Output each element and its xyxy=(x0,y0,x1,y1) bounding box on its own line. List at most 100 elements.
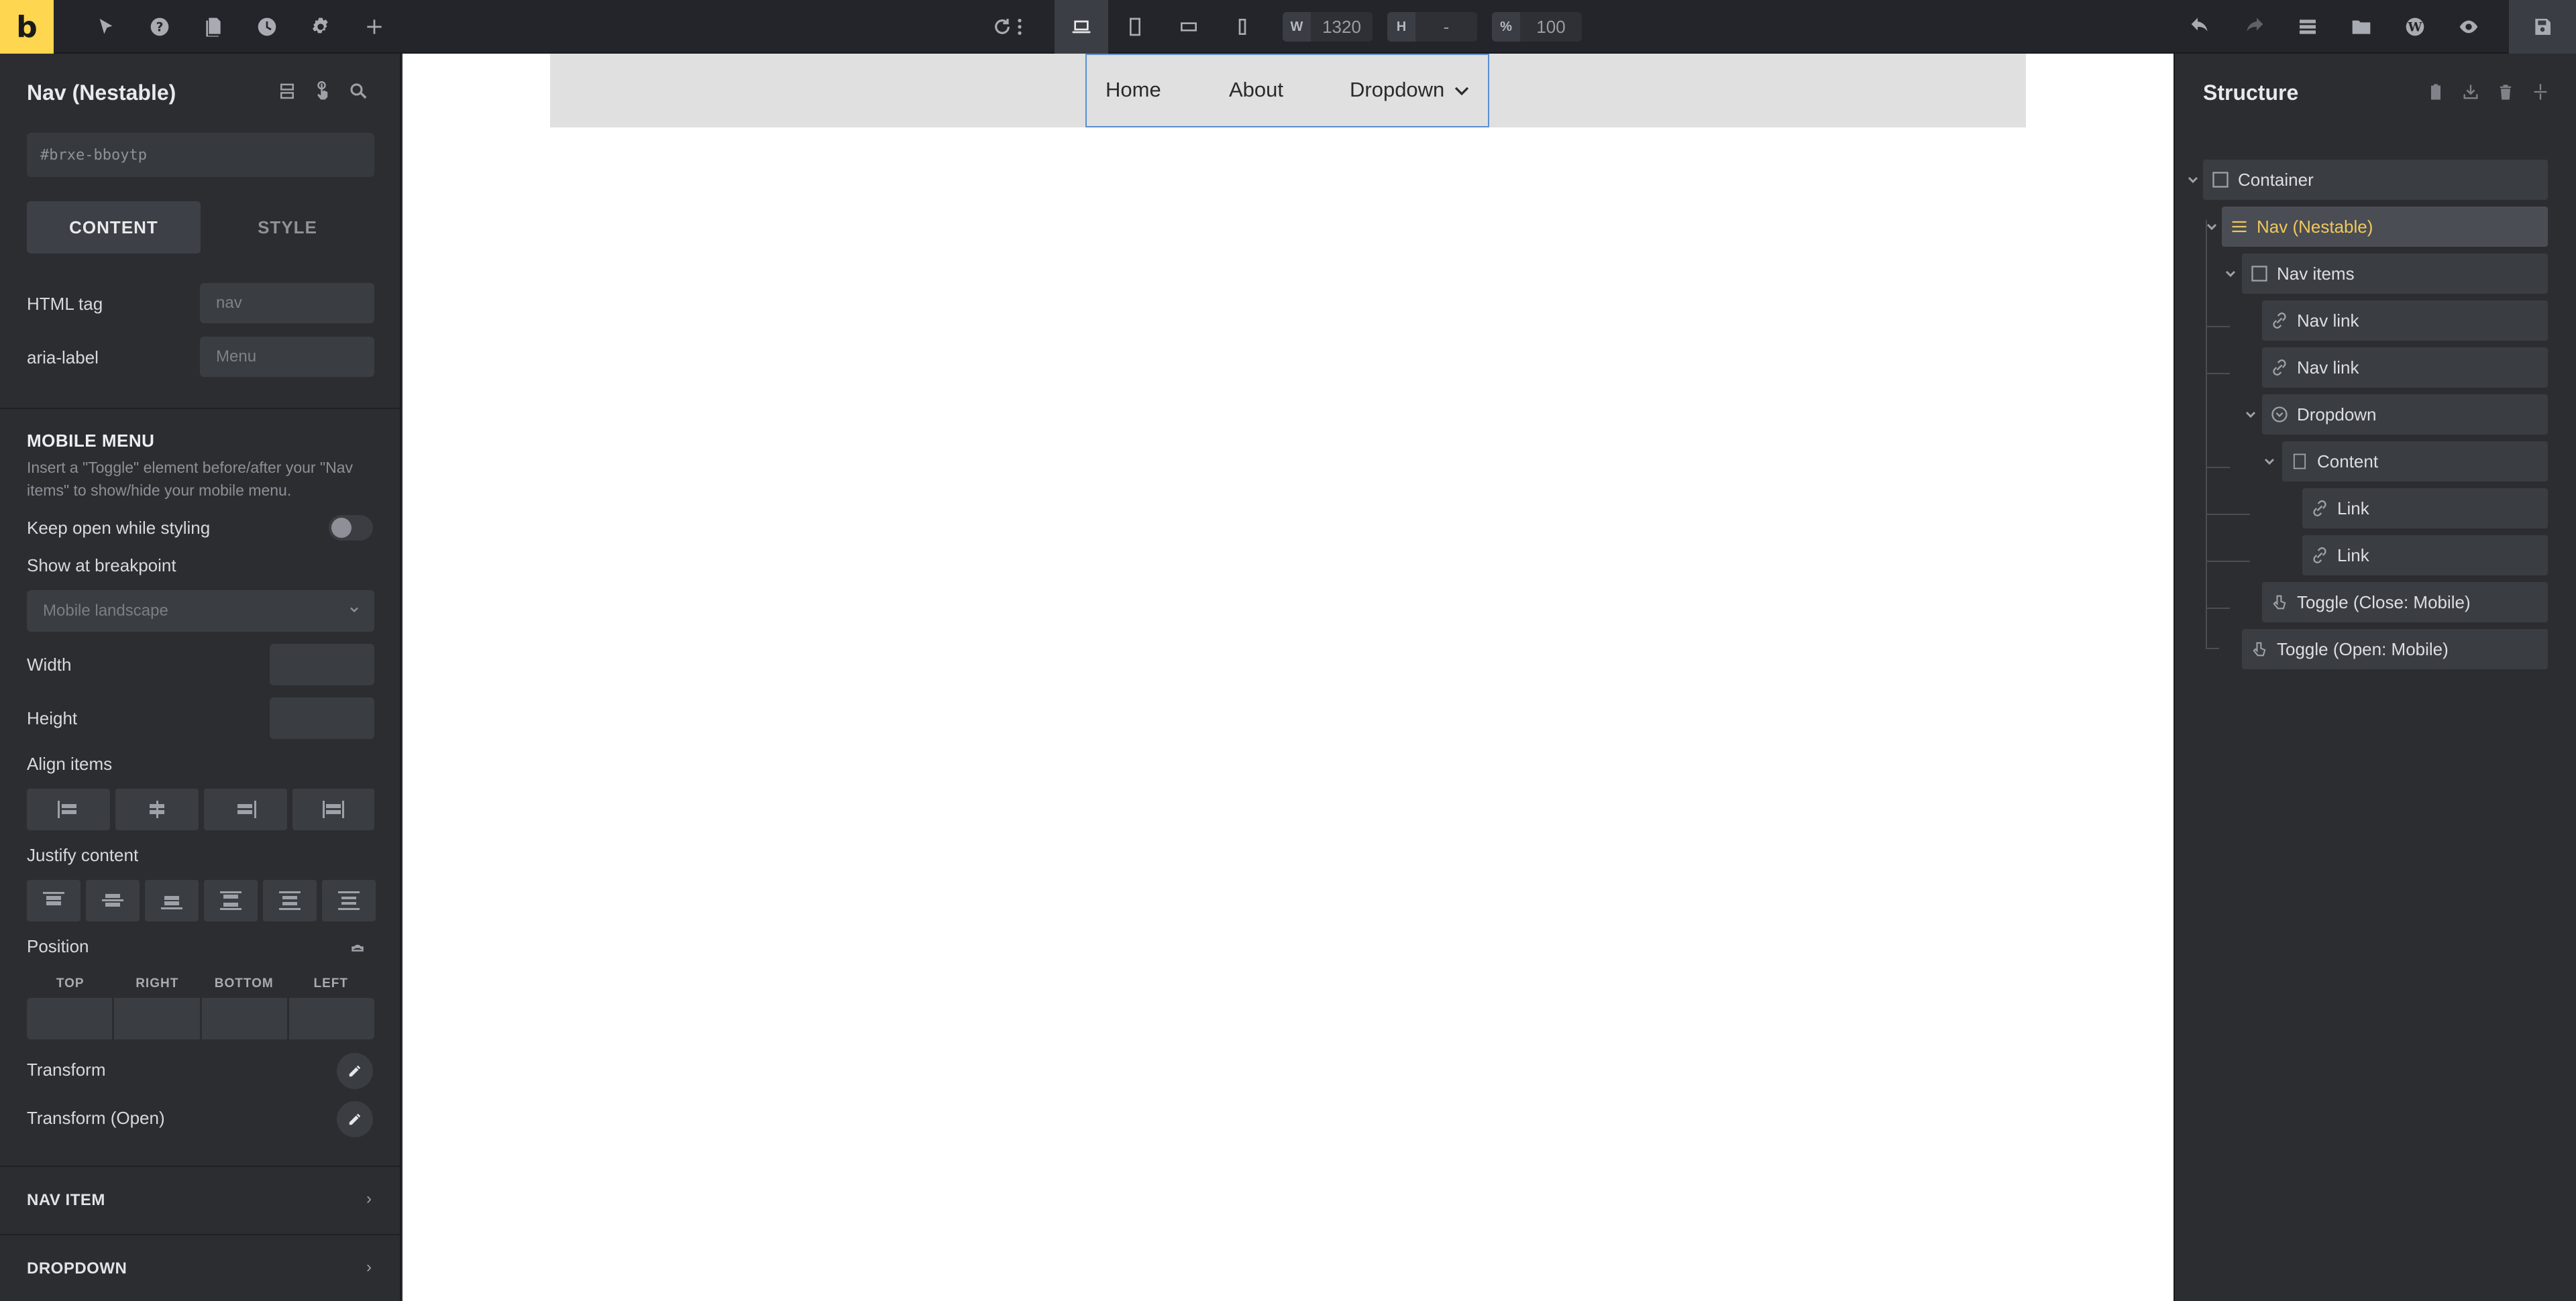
tree-item-label: Link xyxy=(2337,545,2369,565)
tab-content[interactable]: CONTENT xyxy=(27,201,201,253)
align-start-icon[interactable] xyxy=(27,789,110,830)
bricks-logo[interactable]: b xyxy=(0,0,54,54)
html-tag-input[interactable]: nav xyxy=(200,283,374,323)
container-icon xyxy=(2203,160,2238,200)
chevron-down-icon[interactable] xyxy=(2184,171,2202,188)
justify-end-icon[interactable] xyxy=(145,880,199,921)
justify-space-evenly-icon[interactable] xyxy=(322,880,376,921)
add-element-icon[interactable] xyxy=(347,0,401,54)
folder-icon[interactable] xyxy=(2334,0,2388,54)
justify-center-icon[interactable] xyxy=(86,880,140,921)
align-items-label: Align items xyxy=(27,754,113,774)
tree-line xyxy=(2206,467,2230,468)
tree-item-nav-nestable[interactable]: Nav (Nestable) xyxy=(2222,207,2548,247)
settings-gear-icon[interactable] xyxy=(294,0,347,54)
tree-item-link[interactable]: Link xyxy=(2302,535,2548,575)
wordpress-icon[interactable]: W xyxy=(2388,0,2442,54)
align-center-icon[interactable] xyxy=(115,789,199,830)
link-values-icon[interactable] xyxy=(346,938,369,960)
accordion-dropdown[interactable]: DROPDOWN › xyxy=(0,1234,401,1301)
structure-title: Structure xyxy=(2203,80,2299,105)
align-items-buttons xyxy=(27,789,374,830)
width-input[interactable] xyxy=(270,644,374,685)
align-stretch-icon[interactable] xyxy=(292,789,374,830)
chevron-down-icon[interactable] xyxy=(2261,453,2278,470)
tab-style[interactable]: STYLE xyxy=(201,201,374,253)
trash-icon[interactable] xyxy=(2494,80,2517,103)
help-icon[interactable]: ? xyxy=(133,0,186,54)
expand-all-icon[interactable] xyxy=(2529,80,2552,103)
download-icon[interactable] xyxy=(2459,80,2482,103)
more-vertical-icon[interactable] xyxy=(1006,0,1033,54)
transform-open-edit-button[interactable] xyxy=(337,1101,373,1137)
layers-icon[interactable] xyxy=(2281,0,2334,54)
breakpoint-select[interactable]: Mobile landscape xyxy=(27,590,374,632)
justify-space-around-icon[interactable] xyxy=(263,880,317,921)
transform-edit-button[interactable] xyxy=(337,1053,373,1089)
nav-link-about[interactable]: About xyxy=(1229,78,1283,102)
height-input[interactable] xyxy=(270,697,374,739)
tree-item-label: Container xyxy=(2238,169,2314,190)
tree-item-dropdown[interactable]: Dropdown xyxy=(2262,394,2548,435)
aria-label-input[interactable]: Menu xyxy=(200,337,374,377)
tree-item-content[interactable]: Content xyxy=(2282,441,2548,482)
mobile-portrait-icon[interactable] xyxy=(1216,0,1269,54)
zoom-value[interactable]: 100 xyxy=(1520,12,1582,42)
toggle-knob xyxy=(331,518,352,538)
nav-nestable-element[interactable]: Home About Dropdown xyxy=(1085,54,1489,127)
align-end-icon[interactable] xyxy=(204,789,287,830)
nav-link-home[interactable]: Home xyxy=(1106,78,1161,102)
justify-content-buttons xyxy=(27,880,376,921)
desktop-breakpoint-icon[interactable] xyxy=(1055,0,1108,54)
cursor-icon[interactable] xyxy=(79,0,133,54)
redo-icon[interactable] xyxy=(2227,0,2281,54)
pages-icon[interactable] xyxy=(186,0,240,54)
position-right-input[interactable] xyxy=(114,998,200,1039)
tree-item-label: Nav link xyxy=(2297,357,2359,378)
tree-item-container[interactable]: Container xyxy=(2203,160,2548,200)
accordion-nav-item[interactable]: NAV ITEM › xyxy=(0,1166,401,1233)
tree-item-nav-link[interactable]: Nav link xyxy=(2262,300,2548,341)
position-left-input[interactable] xyxy=(288,998,374,1039)
element-id-field[interactable]: #brxe-bboytp xyxy=(27,133,374,177)
chevron-down-icon[interactable] xyxy=(1453,84,1470,101)
nav-dropdown[interactable]: Dropdown xyxy=(1350,78,1444,102)
tree-item-toggle-close[interactable]: Toggle (Close: Mobile) xyxy=(2262,582,2548,622)
undo-icon[interactable] xyxy=(2174,0,2227,54)
tree-item-label: Nav (Nestable) xyxy=(2257,216,2373,237)
history-icon[interactable] xyxy=(240,0,294,54)
height-value[interactable]: - xyxy=(1415,12,1477,42)
tablet-portrait-icon[interactable] xyxy=(1108,0,1162,54)
pencil-icon xyxy=(349,1113,361,1125)
builder-canvas[interactable]: Home About Dropdown xyxy=(402,54,2174,1301)
tree-item-nav-items[interactable]: Nav items xyxy=(2242,253,2548,294)
canvas-zoom-field[interactable]: % 100 xyxy=(1492,12,1582,42)
search-icon[interactable] xyxy=(346,79,370,103)
mobile-landscape-icon[interactable] xyxy=(1162,0,1216,54)
justify-start-icon[interactable] xyxy=(27,880,80,921)
justify-space-between-icon[interactable] xyxy=(204,880,258,921)
tree-item-toggle-open[interactable]: Toggle (Open: Mobile) xyxy=(2242,629,2548,669)
canvas-height-field[interactable]: H - xyxy=(1387,12,1477,42)
position-bottom-input[interactable] xyxy=(201,998,287,1039)
width-value[interactable]: 1320 xyxy=(1311,12,1373,42)
breakpoint-label: Show at breakpoint xyxy=(27,555,176,575)
tree-line xyxy=(2206,608,2230,609)
keep-open-toggle[interactable] xyxy=(329,515,373,541)
element-classes-icon[interactable] xyxy=(275,79,299,103)
chevron-down-icon[interactable] xyxy=(2203,218,2220,235)
chevron-right-icon: › xyxy=(366,1190,372,1208)
tree-item-link[interactable]: Link xyxy=(2302,488,2548,528)
chevron-down-icon[interactable] xyxy=(2222,265,2239,282)
canvas-width-field[interactable]: W 1320 xyxy=(1283,12,1373,42)
save-icon[interactable] xyxy=(2509,0,2576,54)
clipboard-icon[interactable] xyxy=(2424,80,2447,103)
position-side-labels: TOP RIGHT BOTTOM LEFT xyxy=(27,976,374,991)
chevron-down-icon[interactable] xyxy=(2242,406,2259,423)
keep-open-label: Keep open while styling xyxy=(27,518,211,538)
link-icon xyxy=(2302,535,2337,575)
position-top-input[interactable] xyxy=(27,998,113,1039)
preview-eye-icon[interactable] xyxy=(2442,0,2496,54)
interactions-icon[interactable] xyxy=(311,79,335,103)
tree-item-nav-link[interactable]: Nav link xyxy=(2262,347,2548,388)
